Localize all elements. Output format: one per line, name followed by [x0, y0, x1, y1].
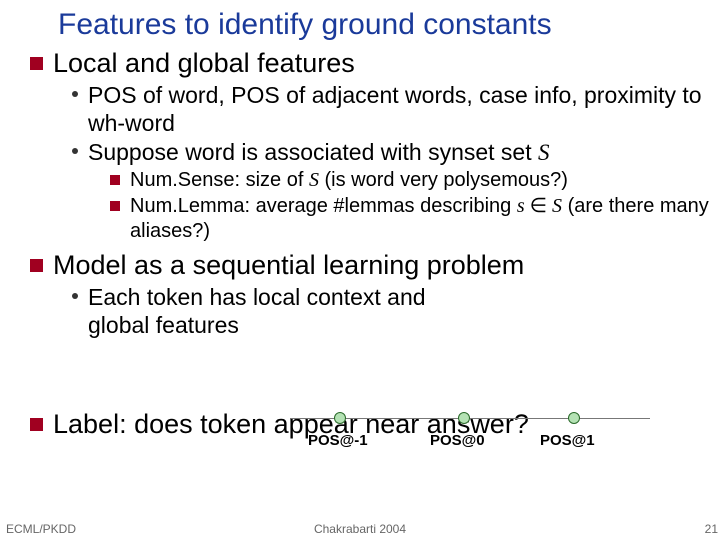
text-model: Model as a sequential learning problem	[53, 250, 524, 281]
square-bullet-icon	[110, 175, 120, 185]
text-local-global: Local and global features	[53, 48, 355, 79]
text-each-token: Each token has local context and global …	[88, 283, 448, 339]
footer-center: Chakrabarti 2004	[314, 522, 406, 536]
text-suppose: Suppose word is associated with synset s…	[88, 138, 550, 167]
square-bullet-icon	[110, 201, 120, 211]
pos-label-0: POS@0	[430, 432, 485, 449]
bullet-numsense: Num.Sense: size of S (is word very polys…	[0, 168, 720, 193]
bullet-each-token: Each token has local context and global …	[0, 283, 720, 339]
bullet-pos: POS of word, POS of adjacent words, case…	[0, 81, 720, 137]
square-bullet-icon	[30, 259, 43, 272]
text-pos: POS of word, POS of adjacent words, case…	[88, 81, 720, 137]
dot-bullet-icon	[72, 91, 78, 97]
bullet-model: Model as a sequential learning problem	[0, 250, 720, 281]
text-numlemma: Num.Lemma: average #lemmas describing s …	[130, 194, 720, 244]
text-numsense: Num.Sense: size of S (is word very polys…	[130, 168, 568, 193]
square-bullet-icon	[30, 418, 43, 431]
pos-diagram: POS@-1 POS@0 POS@1	[290, 410, 660, 460]
pos-label-1: POS@1	[540, 432, 595, 449]
slide-title: Features to identify ground constants	[0, 0, 720, 48]
dot-bullet-icon	[72, 148, 78, 154]
pos-label-minus1: POS@-1	[308, 432, 368, 449]
diagram-node	[568, 412, 580, 424]
bullet-suppose: Suppose word is associated with synset s…	[0, 138, 720, 167]
diagram-node	[458, 412, 470, 424]
footer-left: ECML/PKDD	[6, 522, 76, 536]
diagram-node	[334, 412, 346, 424]
dot-bullet-icon	[72, 293, 78, 299]
bullet-numlemma: Num.Lemma: average #lemmas describing s …	[0, 194, 720, 244]
bullet-local-global: Local and global features	[0, 48, 720, 79]
square-bullet-icon	[30, 57, 43, 70]
footer-right: 21	[705, 522, 718, 536]
